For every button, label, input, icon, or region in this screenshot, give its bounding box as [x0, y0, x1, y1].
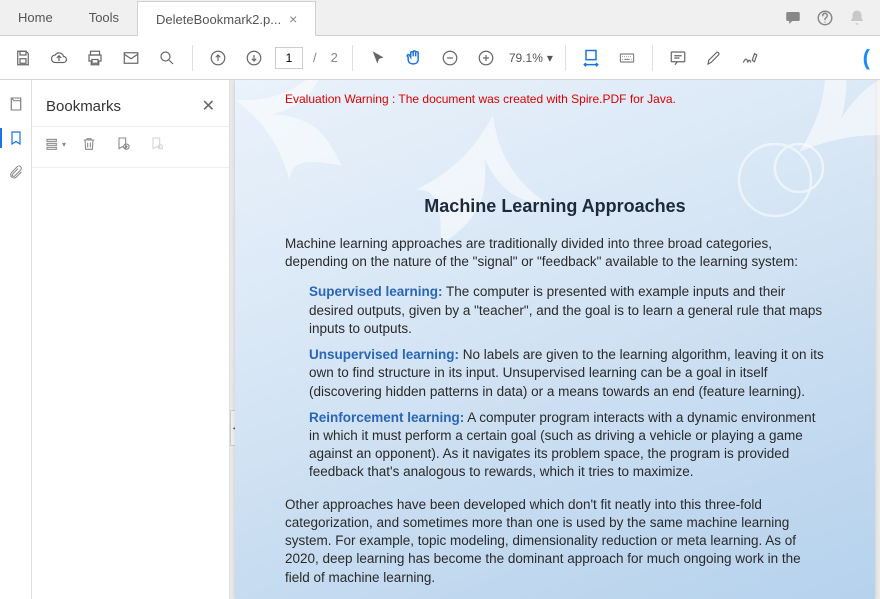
- pointer-icon[interactable]: [363, 43, 393, 73]
- save-icon[interactable]: [8, 43, 38, 73]
- thumbnails-rail-icon[interactable]: [6, 94, 26, 114]
- list-item: Supervised learning: The computer is pre…: [309, 283, 825, 338]
- chat-icon[interactable]: [784, 9, 802, 27]
- page-number-input[interactable]: [275, 47, 303, 69]
- toolbar-separator: [652, 45, 653, 71]
- close-tab-icon[interactable]: ×: [289, 11, 297, 27]
- page-down-icon[interactable]: [239, 43, 269, 73]
- toolbar-separator: [352, 45, 353, 71]
- document-intro: Machine learning approaches are traditio…: [285, 235, 825, 271]
- toolbar-separator: [192, 45, 193, 71]
- search-icon[interactable]: [152, 43, 182, 73]
- main-toolbar: / 2 79.1% ▾ (: [0, 36, 880, 80]
- hand-tool-icon[interactable]: [399, 43, 429, 73]
- help-icon[interactable]: [816, 9, 834, 27]
- bookmark-delete-icon[interactable]: [78, 133, 100, 155]
- bookmarks-toolbar: ▾: [32, 126, 229, 168]
- zoom-level-text: 79.1%: [509, 51, 543, 65]
- list-item: Reinforcement learning: A computer progr…: [309, 409, 825, 482]
- cloud-upload-icon[interactable]: [44, 43, 74, 73]
- term-label: Supervised learning:: [309, 284, 443, 299]
- pdf-page: Evaluation Warning : The document was cr…: [235, 80, 875, 599]
- tab-document-label: DeleteBookmark2.p...: [156, 12, 281, 27]
- tab-home[interactable]: Home: [0, 0, 71, 35]
- comment-icon[interactable]: [663, 43, 693, 73]
- highlight-icon[interactable]: [699, 43, 729, 73]
- document-viewport[interactable]: ◂ Evaluation Warning : The document was …: [230, 80, 880, 599]
- print-icon[interactable]: [80, 43, 110, 73]
- right-panel-toggle[interactable]: (: [863, 45, 872, 71]
- evaluation-warning-text: Evaluation Warning : The document was cr…: [285, 92, 825, 106]
- bell-icon[interactable]: [848, 9, 866, 27]
- document-footer-paragraph: Other approaches have been developed whi…: [285, 496, 825, 587]
- panel-close-icon[interactable]: ✕: [202, 96, 215, 116]
- top-right-icons: [784, 0, 880, 35]
- term-label: Reinforcement learning:: [309, 410, 464, 425]
- toolbar-separator: [565, 45, 566, 71]
- app-tab-bar: Home Tools DeleteBookmark2.p... ×: [0, 0, 880, 36]
- mail-icon[interactable]: [116, 43, 146, 73]
- bookmark-add-icon[interactable]: [112, 133, 134, 155]
- list-item: Unsupervised learning: No labels are giv…: [309, 346, 825, 401]
- bookmark-options-icon[interactable]: ▾: [44, 133, 66, 155]
- fit-width-icon[interactable]: [576, 43, 606, 73]
- tab-document[interactable]: DeleteBookmark2.p... ×: [137, 1, 316, 36]
- zoom-level-dropdown[interactable]: 79.1% ▾: [507, 51, 555, 65]
- zoom-in-icon[interactable]: [471, 43, 501, 73]
- panel-title: Bookmarks: [46, 98, 121, 115]
- bookmarks-rail-icon[interactable]: [0, 128, 26, 148]
- bookmark-find-icon[interactable]: [146, 133, 168, 155]
- page-total: 2: [327, 50, 342, 65]
- navigation-rail: [0, 80, 32, 599]
- document-heading: Machine Learning Approaches: [285, 196, 825, 217]
- sign-icon[interactable]: [735, 43, 765, 73]
- page-separator: /: [309, 50, 321, 65]
- keyboard-icon[interactable]: [612, 43, 642, 73]
- zoom-out-icon[interactable]: [435, 43, 465, 73]
- chevron-down-icon: ▾: [547, 51, 553, 65]
- term-label: Unsupervised learning:: [309, 347, 459, 362]
- document-content: Machine Learning Approaches Machine lear…: [285, 196, 825, 587]
- attachments-rail-icon[interactable]: [6, 162, 26, 182]
- main-area: Bookmarks ✕ ▾ ◂ Evaluation Warning : The…: [0, 80, 880, 599]
- page-up-icon[interactable]: [203, 43, 233, 73]
- tab-tools-label: Tools: [89, 10, 119, 25]
- tab-tools[interactable]: Tools: [71, 0, 137, 35]
- tab-home-label: Home: [18, 10, 53, 25]
- bookmarks-panel: Bookmarks ✕ ▾: [32, 80, 230, 599]
